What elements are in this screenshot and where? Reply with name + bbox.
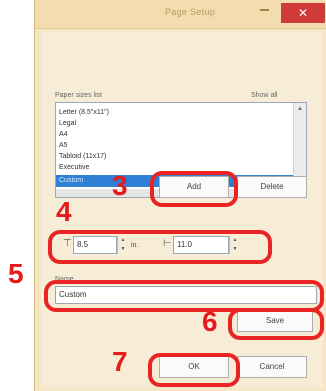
highlight-ring-add — [150, 171, 238, 207]
list-item[interactable]: Executive — [59, 162, 89, 174]
step-number-6: 6 — [202, 306, 218, 337]
list-label: Paper sizes list — [55, 92, 103, 99]
delete-button[interactable]: Delete — [237, 176, 307, 198]
minimize-icon[interactable] — [260, 9, 269, 11]
step-number-4: 4 — [56, 196, 72, 227]
list-option-label: Show all — [251, 92, 278, 99]
highlight-ring-size — [48, 230, 272, 264]
title-bar: Page Setup ✕ — [35, 0, 326, 29]
highlight-ring-ok — [148, 353, 240, 387]
dialog-title: Page Setup — [164, 7, 216, 17]
step-number-5: 5 — [8, 258, 24, 289]
step-number-3: 3 — [112, 170, 128, 201]
scroll-up-icon[interactable]: ▲ — [297, 106, 303, 112]
close-icon[interactable]: ✕ — [281, 3, 325, 23]
highlight-ring-save — [228, 308, 324, 340]
step-number-7: 7 — [112, 346, 128, 377]
cancel-button[interactable]: Cancel — [237, 356, 307, 378]
